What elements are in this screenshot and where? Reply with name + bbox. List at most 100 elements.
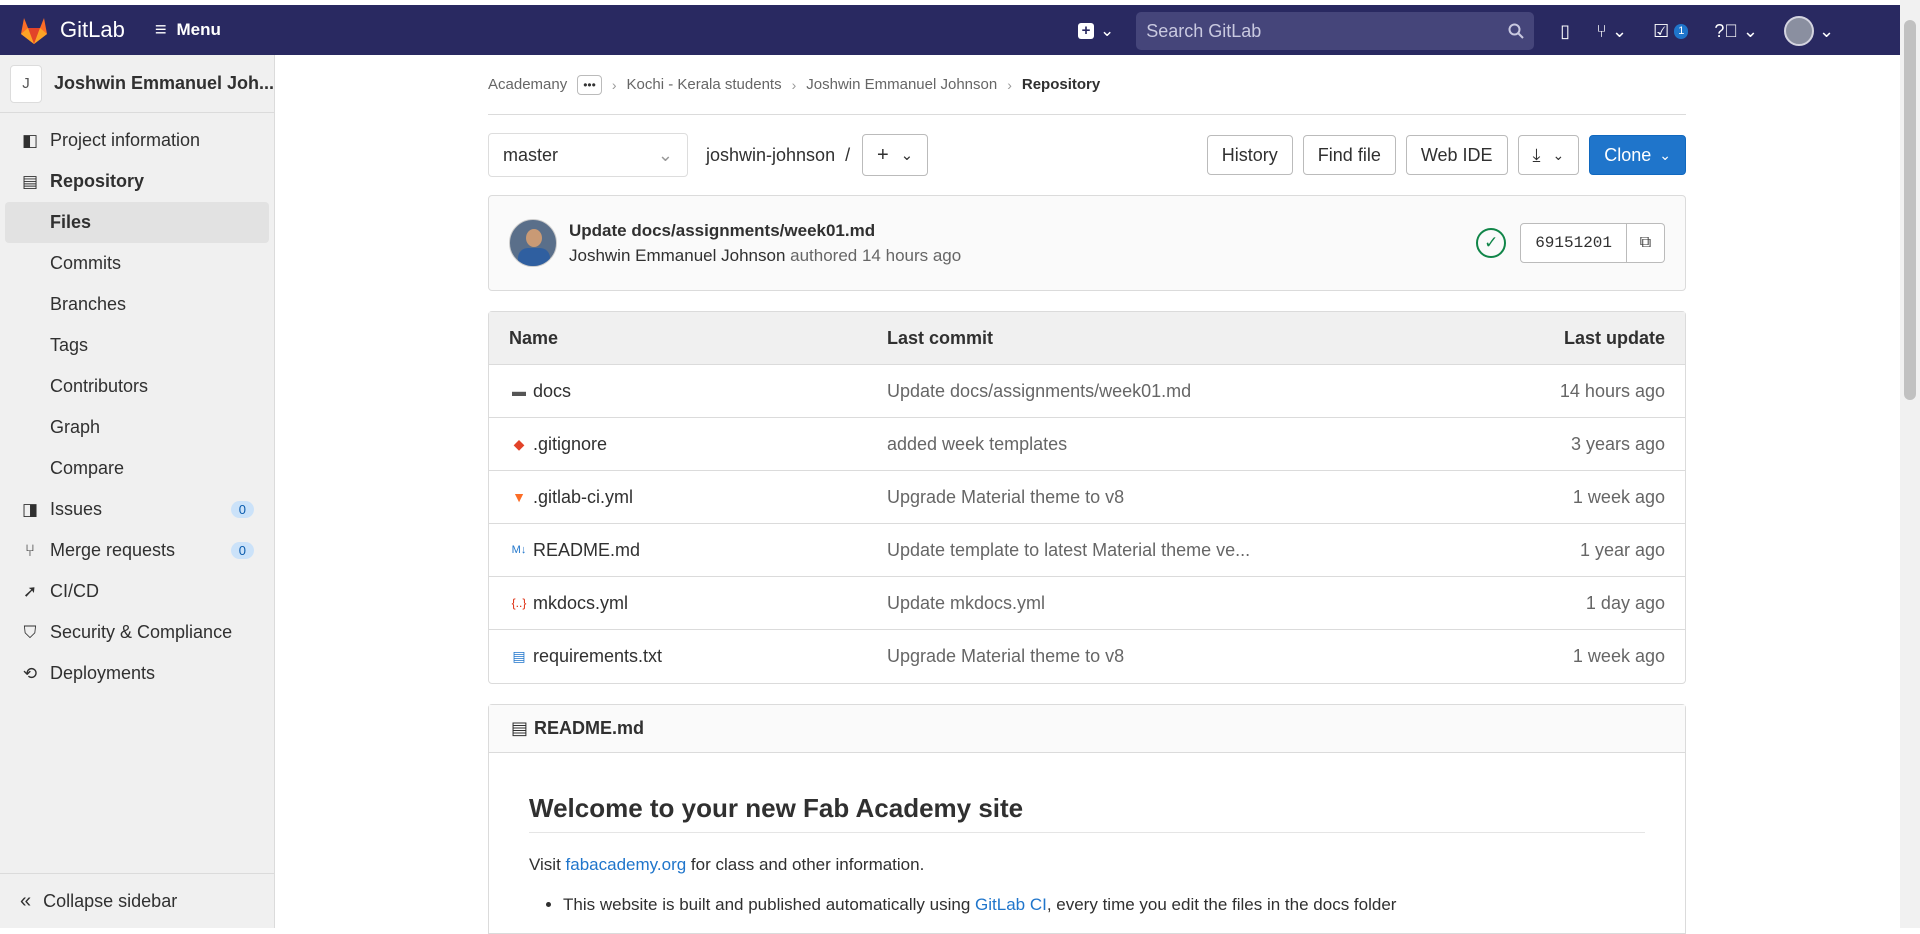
issues-shortcut-button[interactable]: ▯ xyxy=(1560,21,1570,42)
search-input[interactable]: Search GitLab xyxy=(1136,12,1535,50)
chevron-down-icon: ⌄ xyxy=(1552,146,1565,163)
table-row[interactable]: M↓ README.md Update template to latest Ma… xyxy=(489,524,1685,577)
collapse-sidebar-label: Collapse sidebar xyxy=(43,890,178,911)
table-row[interactable]: ▼ .gitlab-ci.yml Upgrade Material theme t… xyxy=(489,471,1685,524)
sidebar-item-label: Contributors xyxy=(50,376,149,396)
sidebar-item-contributors[interactable]: Contributors xyxy=(0,366,274,407)
file-name[interactable]: mkdocs.yml xyxy=(533,593,628,614)
chevron-right-icon: › xyxy=(611,76,617,93)
breadcrumb-project[interactable]: Joshwin Emmanuel Johnson xyxy=(806,76,997,93)
new-dropdown-button[interactable]: + ⌄ xyxy=(1078,21,1114,41)
page-scrollbar[interactable] xyxy=(1900,0,1920,928)
sidebar-item-security[interactable]: ⛉ Security & Compliance xyxy=(0,612,274,653)
row-updated: 14 hours ago xyxy=(1559,380,1665,401)
table-row[interactable]: {..} mkdocs.yml Update mkdocs.yml 1 day a… xyxy=(489,577,1685,630)
merge-requests-count-badge: 0 xyxy=(230,542,254,559)
row-commit-message[interactable]: Update docs/assignments/week01.md xyxy=(887,381,1487,402)
row-commit-message[interactable]: Update mkdocs.yml xyxy=(887,593,1487,614)
copy-sha-button[interactable]: ⧉ xyxy=(1627,223,1665,263)
breadcrumb-root[interactable]: Academany xyxy=(488,76,567,93)
sidebar-item-label: Project information xyxy=(50,130,201,150)
row-commit-message[interactable]: Upgrade Material theme to v8 xyxy=(887,487,1487,508)
sidebar-item-files[interactable]: Files xyxy=(5,202,269,243)
file-name[interactable]: .gitlab-ci.yml xyxy=(533,487,633,508)
find-file-button[interactable]: Find file xyxy=(1302,135,1396,175)
commit-actions: ✓ 69151201 ⧉ xyxy=(1476,223,1665,263)
file-name[interactable]: requirements.txt xyxy=(533,646,662,667)
sidebar-item-commits[interactable]: Commits xyxy=(0,243,274,284)
sidebar-project-header[interactable]: J Joshwin Emmanuel Joh... xyxy=(0,55,274,113)
branch-selector[interactable]: master ⌄ xyxy=(488,133,688,177)
file-name[interactable]: docs xyxy=(533,381,571,402)
text: for class and other information. xyxy=(686,855,925,874)
collapse-sidebar-button[interactable]: « Collapse sidebar xyxy=(0,873,274,928)
todos-button[interactable]: ☑ 1 xyxy=(1653,20,1689,42)
readme-paragraph: Visit fabacademy.org for class and other… xyxy=(529,855,1645,875)
row-commit-message[interactable]: added week templates xyxy=(887,434,1487,455)
sidebar-item-cicd[interactable]: ➚ CI/CD xyxy=(0,571,274,612)
sidebar-item-compare[interactable]: Compare xyxy=(0,448,274,489)
rocket-icon: ➚ xyxy=(22,581,38,601)
user-menu-button[interactable]: ⌄ xyxy=(1783,16,1834,46)
sidebar-item-graph[interactable]: Graph xyxy=(0,407,274,448)
help-button[interactable]: ?⃝ ⌄ xyxy=(1714,21,1758,42)
sidebar-item-deployments[interactable]: ⟲ Deployments xyxy=(0,653,274,694)
gitlab-ci-link[interactable]: GitLab CI xyxy=(975,895,1047,914)
sidebar-item-label: Compare xyxy=(50,458,125,478)
row-commit-message[interactable]: Upgrade Material theme to v8 xyxy=(887,646,1487,667)
pipeline-passed-icon[interactable]: ✓ xyxy=(1476,228,1507,258)
scrollbar-thumb[interactable] xyxy=(1904,20,1916,400)
add-to-tree-dropdown[interactable]: + ⌄ xyxy=(862,134,929,176)
chevron-right-icon: › xyxy=(1007,76,1012,93)
breadcrumb-current[interactable]: Repository xyxy=(1022,76,1100,93)
row-updated: 1 day ago xyxy=(1585,592,1665,613)
todo-icon: ☑ xyxy=(1653,20,1670,41)
breadcrumb-more-button[interactable]: ••• xyxy=(577,74,602,95)
sidebar-item-label: CI/CD xyxy=(50,581,99,601)
web-ide-button[interactable]: Web IDE xyxy=(1405,135,1508,175)
clone-button[interactable]: Clone ⌄ xyxy=(1589,135,1686,175)
yaml-icon: {..} xyxy=(511,596,527,610)
commit-title[interactable]: Update docs/assignments/week01.md xyxy=(569,221,961,241)
commit-author[interactable]: Joshwin Emmanuel Johnson xyxy=(569,246,785,265)
sidebar-item-label: Merge requests xyxy=(50,540,176,560)
menu-button[interactable]: ≡ Menu xyxy=(155,19,221,42)
text-file-icon: ▤ xyxy=(512,648,526,664)
sidebar-item-label: Graph xyxy=(50,417,101,437)
sidebar-item-project-information[interactable]: ◧ Project information xyxy=(0,120,274,161)
sidebar-item-tags[interactable]: Tags xyxy=(0,325,274,366)
repo-path-label: joshwin-johnson xyxy=(706,144,836,165)
readme-filename[interactable]: README.md xyxy=(534,718,644,739)
column-header-name: Name xyxy=(509,327,559,348)
project-name: Joshwin Emmanuel Joh... xyxy=(53,73,274,93)
project-icon: ◧ xyxy=(21,130,39,150)
sidebar-item-repository[interactable]: ▤ Repository xyxy=(0,161,274,202)
file-name[interactable]: README.md xyxy=(533,540,640,561)
branch-name: master xyxy=(503,144,559,165)
breadcrumb-group[interactable]: Kochi - Kerala students xyxy=(627,76,782,93)
sidebar-item-branches[interactable]: Branches xyxy=(0,284,274,325)
toolbar-actions: History Find file Web IDE ⤓ ⌄ Clone ⌄ xyxy=(1206,135,1686,175)
readme-heading: Welcome to your new Fab Academy site xyxy=(529,793,1645,833)
sidebar-item-issues[interactable]: ◨ Issues 0 xyxy=(0,489,274,530)
download-button[interactable]: ⤓ ⌄ xyxy=(1517,135,1580,175)
table-row[interactable]: ◆ .gitignore added week templates 3 years… xyxy=(489,418,1685,471)
repository-icon: ▤ xyxy=(21,171,39,191)
sidebar-item-label: Tags xyxy=(50,335,89,355)
merge-requests-shortcut-button[interactable]: ⑂ ⌄ xyxy=(1596,21,1627,42)
sidebar-item-merge-requests[interactable]: ⑂ Merge requests 0 xyxy=(0,530,274,571)
plus-square-icon: + xyxy=(1078,23,1094,39)
history-button[interactable]: History xyxy=(1206,135,1293,175)
table-row[interactable]: ▤ requirements.txt Upgrade Material theme… xyxy=(489,630,1685,683)
commit-meta: Joshwin Emmanuel Johnson authored 14 hou… xyxy=(569,246,961,266)
project-avatar: J xyxy=(10,64,42,103)
repo-path[interactable]: joshwin-johnson / xyxy=(706,145,850,166)
table-row[interactable]: ▬ docs Update docs/assignments/week01.md … xyxy=(489,365,1685,418)
file-name[interactable]: .gitignore xyxy=(533,434,607,455)
commit-author-avatar[interactable] xyxy=(509,219,557,267)
gitlab-logo[interactable]: GitLab xyxy=(18,15,125,45)
text: Visit xyxy=(529,855,566,874)
row-commit-message[interactable]: Update template to latest Material theme… xyxy=(887,540,1487,561)
readme-content: Welcome to your new Fab Academy site Vis… xyxy=(489,753,1685,915)
fabacademy-link[interactable]: fabacademy.org xyxy=(566,855,687,874)
